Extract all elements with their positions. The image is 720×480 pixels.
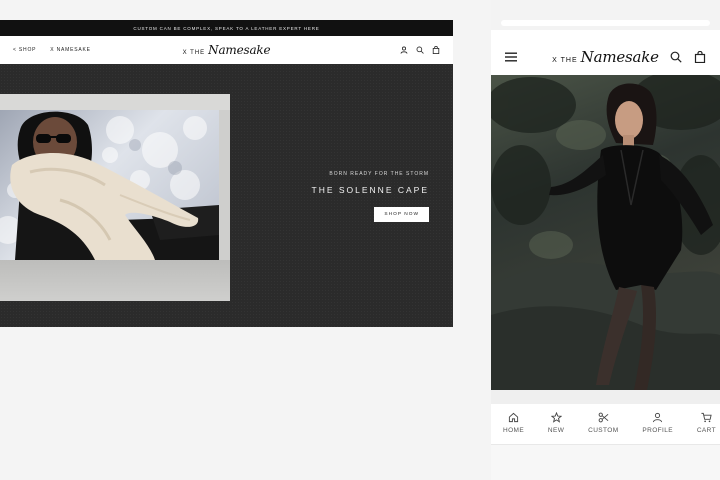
tab-custom-label: CUSTOM: [588, 427, 619, 434]
mobile-tab-bar: HOME NEW CUSTOM PROFILE CART: [491, 404, 720, 442]
mobile-mockup: X THE Namesake HOME NEW CUSTOM PROFILE C…: [491, 0, 720, 480]
hero-eyebrow: BORN READY FOR THE STORM: [329, 171, 429, 177]
menu-icon[interactable]: [505, 52, 517, 62]
home-icon: [508, 412, 519, 423]
tab-custom[interactable]: CUSTOM: [588, 404, 618, 442]
search-icon[interactable]: [416, 46, 424, 54]
star-icon: [550, 412, 562, 423]
tab-cart-label: CART: [696, 427, 716, 434]
user-icon: [653, 412, 663, 423]
mobile-hero-photo-woman-in-leather-dress[interactable]: [491, 75, 720, 390]
logo-prefix: X THE: [552, 57, 578, 64]
hero-copy: BORN READY FOR THE STORM THE SOLENNE CAP…: [311, 171, 429, 222]
tab-cart[interactable]: CART: [697, 404, 716, 442]
frame-top-band: [0, 94, 230, 110]
scissors-icon: [598, 412, 609, 423]
tab-profile[interactable]: PROFILE: [642, 404, 673, 442]
tab-new[interactable]: NEW: [548, 404, 564, 442]
logo-prefix: X THE: [182, 50, 206, 56]
announcement-bar[interactable]: CUSTOM CAN BE COMPLEX, SPEAK TO A LEATHE…: [0, 20, 453, 36]
bag-icon[interactable]: [432, 46, 440, 54]
desktop-header-icons: [400, 46, 440, 54]
mobile-header: X THE Namesake: [491, 40, 720, 74]
hero-photo-woman-in-shearling-scarf[interactable]: [0, 110, 219, 260]
mobile-divider: [491, 390, 720, 404]
desktop-nav-links: < SHOP X NAMESAKE: [13, 47, 91, 53]
user-icon[interactable]: [400, 46, 408, 54]
cart-icon: [701, 412, 712, 423]
mobile-address-bar[interactable]: [501, 20, 710, 26]
shop-now-button[interactable]: SHOP NOW: [374, 207, 429, 222]
brand-logo[interactable]: X THE Namesake: [552, 48, 659, 66]
hero-banner: BORN READY FOR THE STORM THE SOLENNE CAP…: [0, 64, 453, 327]
mobile-bottom-area: [491, 444, 720, 480]
nav-link-shop[interactable]: < SHOP: [13, 47, 36, 53]
tab-profile-label: PROFILE: [642, 427, 673, 434]
desktop-header: < SHOP X NAMESAKE X THE Namesake: [0, 36, 453, 64]
bag-icon[interactable]: [694, 51, 706, 63]
nav-link-namesake[interactable]: X NAMESAKE: [50, 47, 91, 53]
logo-script: Namesake: [208, 43, 271, 57]
hero-image-frame: [0, 94, 230, 301]
tab-home[interactable]: HOME: [503, 404, 524, 442]
logo-script: Namesake: [580, 48, 659, 66]
mobile-header-icons: [670, 51, 706, 63]
search-icon[interactable]: [670, 51, 682, 63]
tab-new-label: NEW: [547, 427, 565, 434]
mobile-top-strip: [491, 0, 720, 30]
frame-bottom-band: [0, 260, 230, 301]
tab-home-label: HOME: [503, 427, 525, 434]
hero-title: THE SOLENNE CAPE: [311, 185, 429, 195]
brand-logo[interactable]: X THE Namesake: [183, 43, 271, 57]
announcement-text[interactable]: CUSTOM CAN BE COMPLEX, SPEAK TO A LEATHE…: [133, 26, 319, 31]
desktop-mockup: CUSTOM CAN BE COMPLEX, SPEAK TO A LEATHE…: [0, 20, 453, 327]
